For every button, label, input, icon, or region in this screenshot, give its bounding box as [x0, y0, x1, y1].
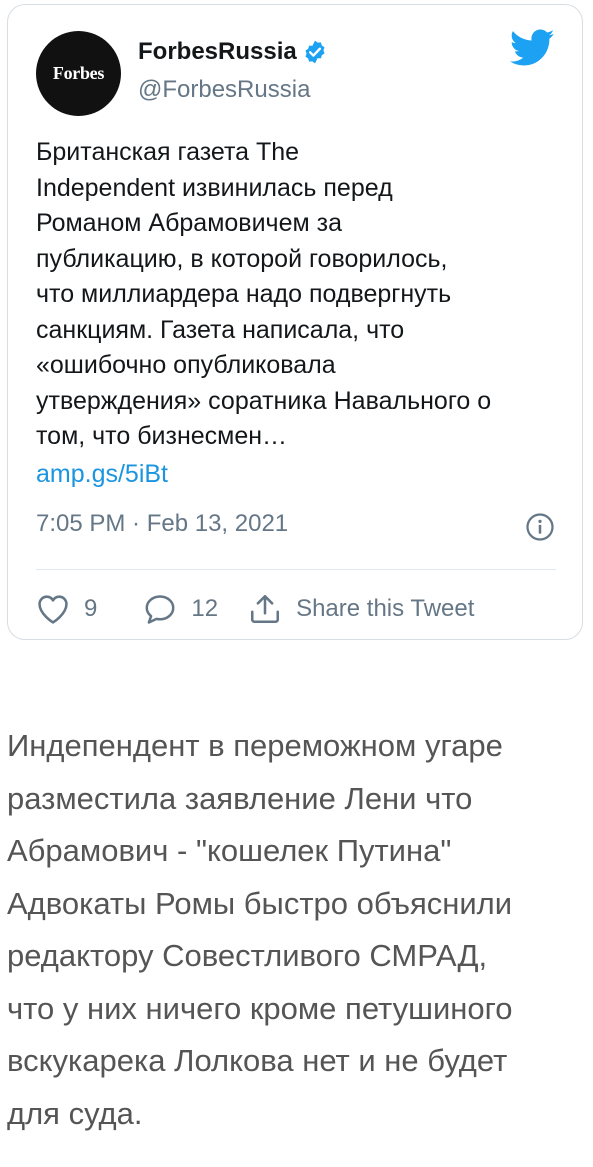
like-count: 9	[84, 595, 98, 622]
reply-button[interactable]: 12	[143, 593, 218, 625]
share-tweet-button[interactable]: Share this Tweet	[248, 592, 474, 626]
handle[interactable]: @ForbesRussia	[138, 76, 310, 104]
tweet-timestamp[interactable]: 7:05 PM · Feb 13, 2021	[36, 510, 288, 538]
tweet-actions: 9 12 Share this Tweet	[36, 589, 474, 629]
twitter-bird-icon[interactable]	[510, 29, 555, 67]
avatar-logo-text: Forbes	[52, 63, 105, 83]
share-icon	[251, 594, 280, 624]
reply-bubble-icon	[145, 595, 175, 624]
info-icon[interactable]	[525, 512, 555, 542]
heart-icon	[38, 595, 68, 624]
tweet-link[interactable]: amp.gs/5iBt	[36, 460, 168, 489]
divider	[36, 569, 556, 570]
display-name[interactable]: ForbesRussia	[138, 38, 297, 66]
verified-badge-icon	[305, 40, 325, 64]
comment-text: Индепендент в переможном угаре разместил…	[7, 728, 513, 1131]
avatar[interactable]: Forbes	[36, 31, 121, 116]
reply-count: 12	[191, 595, 219, 622]
tweet-text: Британская газета The Independent извини…	[36, 138, 492, 450]
share-label: Share this Tweet	[296, 595, 475, 622]
author-name-row: ForbesRussia	[138, 38, 328, 66]
tweet-card[interactable]: Forbes ForbesRussia @ForbesRussia Британ…	[7, 4, 583, 640]
like-button[interactable]: 9	[36, 593, 97, 625]
